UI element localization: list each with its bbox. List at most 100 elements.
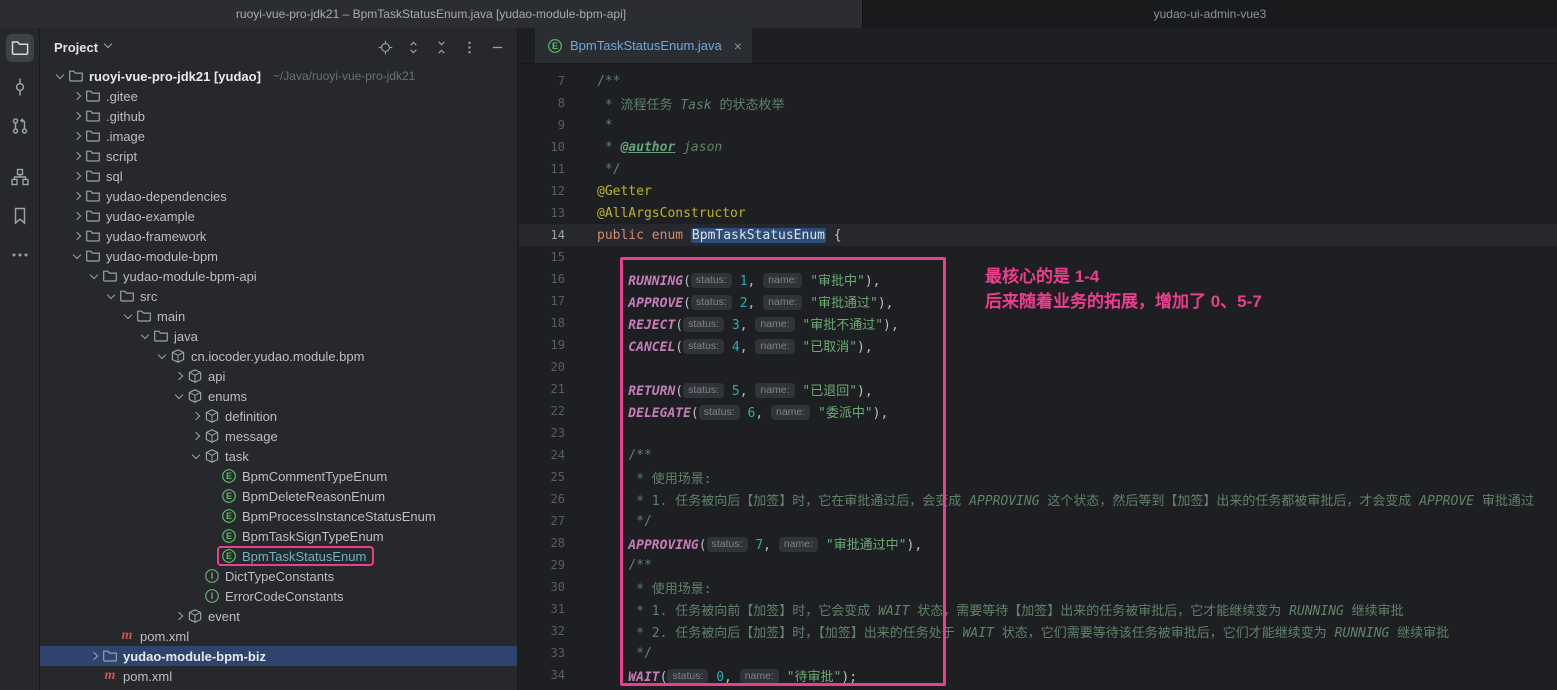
commit-icon[interactable] (6, 73, 34, 101)
tree-item-ruoyi-vue-pro-jdk21-yudao[interactable]: ruoyi-vue-pro-jdk21 [yudao]~/Java/ruoyi-… (40, 66, 517, 86)
code-line-28: 28 APPROVING(status: 7, name: "审批通过中"), (519, 532, 1557, 554)
enum-icon: E (221, 508, 237, 524)
options-icon[interactable] (462, 40, 477, 55)
tree-item-image[interactable]: .image (40, 126, 517, 146)
chevron-closed-icon[interactable] (86, 646, 102, 666)
code-token: { (826, 228, 842, 243)
folder-icon (85, 88, 101, 104)
chevron-closed-icon[interactable] (69, 186, 85, 206)
tree-item-yudao-module-bpm[interactable]: yudao-module-bpm (40, 246, 517, 266)
chevron-open-icon[interactable] (137, 326, 153, 346)
code-token: 2 (740, 296, 748, 311)
tree-item-main[interactable]: main (40, 306, 517, 326)
editor-tab-bpmtaskstatusenum[interactable]: E BpmTaskStatusEnum.java × (535, 28, 752, 63)
code-token: CANCEL (597, 340, 675, 355)
chevron-closed-icon[interactable] (171, 606, 187, 626)
chevron-closed-icon[interactable] (188, 426, 204, 446)
project-dropdown[interactable]: Project (54, 40, 113, 55)
code-token: * 流程任务 (597, 98, 680, 113)
code-token: 0 (716, 670, 724, 685)
tree-item-errorcodeconstants[interactable]: IErrorCodeConstants (40, 586, 517, 606)
tree-item-bpmprocessinstancestatusenum[interactable]: EBpmProcessInstanceStatusEnum (40, 506, 517, 526)
tree-item-event[interactable]: event (40, 606, 517, 626)
svg-text:I: I (211, 591, 214, 601)
code-line-text: * 2. 任务被向后【加签】时，【加签】出来的任务处于 WAIT 状态，它们需要… (597, 622, 1449, 641)
line-number: 28 (519, 536, 565, 550)
code-token (818, 538, 826, 553)
tree-item-label: yudao-framework (106, 229, 206, 244)
code-token: "待审批" (787, 670, 842, 685)
code-line-32: 32 * 2. 任务被向后【加签】时，【加签】出来的任务处于 WAIT 状态，它… (519, 620, 1557, 642)
tree-item-cn-iocoder-yudao-module-bpm[interactable]: cn.iocoder.yudao.module.bpm (40, 346, 517, 366)
tree-item-github[interactable]: .github (40, 106, 517, 126)
chevron-closed-icon[interactable] (69, 86, 85, 106)
tree-item-task[interactable]: task (40, 446, 517, 466)
code-token: WAIT (878, 604, 909, 619)
tree-item-bpmtaskstatusenum[interactable]: EBpmTaskStatusEnum (40, 546, 517, 566)
tree-item-bpmdeletereasonenum[interactable]: EBpmDeleteReasonEnum (40, 486, 517, 506)
tree-item-sql[interactable]: sql (40, 166, 517, 186)
tree-item-yudao-example[interactable]: yudao-example (40, 206, 517, 226)
chevron-open-icon[interactable] (188, 446, 204, 466)
tree-item-bpmcommenttypeenum[interactable]: EBpmCommentTypeEnum (40, 466, 517, 486)
folder-icon (102, 268, 118, 284)
bookmarks-icon[interactable] (6, 202, 34, 230)
chevron-spacer (86, 666, 102, 686)
tree-item-label: event (208, 609, 240, 624)
chevron-spacer (188, 566, 204, 586)
tree-item-java[interactable]: java (40, 326, 517, 346)
tree-item-bpmtasksigntypeenum[interactable]: EBpmTaskSignTypeEnum (40, 526, 517, 546)
expand-all-icon[interactable] (406, 40, 421, 55)
tree-item-definition[interactable]: definition (40, 406, 517, 426)
tree-item-yudao-framework[interactable]: yudao-framework (40, 226, 517, 246)
tree-item-api[interactable]: api (40, 366, 517, 386)
hide-icon[interactable] (490, 40, 505, 55)
tree-item-yudao-module-bpm-biz[interactable]: yudao-module-bpm-biz (40, 646, 517, 666)
chevron-closed-icon[interactable] (188, 406, 204, 426)
tree-item-enums[interactable]: enums (40, 386, 517, 406)
chevron-closed-icon[interactable] (69, 166, 85, 186)
chevron-closed-icon[interactable] (69, 146, 85, 166)
code-token: */ (597, 514, 652, 529)
chevron-closed-icon[interactable] (69, 126, 85, 146)
tree-item-pom-xml[interactable]: mpom.xml (40, 666, 517, 686)
chevron-open-icon[interactable] (154, 346, 170, 366)
code-token: RUNNING (1289, 604, 1344, 619)
code-line-text: * 1. 任务被向前【加签】时，它会变成 WAIT 状态，需要等待【加签】出来的… (597, 600, 1404, 619)
chevron-open-icon[interactable] (69, 246, 85, 266)
tree-item-dicttypeconstants[interactable]: IDictTypeConstants (40, 566, 517, 586)
tree-item-label: api (208, 369, 225, 384)
tree-item-src[interactable]: src (40, 286, 517, 306)
more-icon[interactable] (6, 241, 34, 269)
tree-item-message[interactable]: message (40, 426, 517, 446)
locate-icon[interactable] (378, 40, 393, 55)
project-icon[interactable] (6, 34, 34, 62)
tree-item-gitee[interactable]: .gitee (40, 86, 517, 106)
chevron-open-icon[interactable] (171, 386, 187, 406)
chevron-open-icon[interactable] (120, 306, 136, 326)
chevron-open-icon[interactable] (86, 266, 102, 286)
tree-item-yudao-dependencies[interactable]: yudao-dependencies (40, 186, 517, 206)
tree-item-script[interactable]: script (40, 146, 517, 166)
iface-icon: I (204, 568, 220, 584)
code-line-text: */ (597, 514, 652, 529)
tree-item-pom-xml[interactable]: mpom.xml (40, 626, 517, 646)
folder-icon (85, 188, 101, 204)
code-editor[interactable]: 7/**8 * 流程任务 Task 的状态枚举9 *10 * @author j… (519, 64, 1557, 690)
tree-item-yudao-module-bpm-api[interactable]: yudao-module-bpm-api (40, 266, 517, 286)
chevron-open-icon[interactable] (103, 286, 119, 306)
tab-close-icon[interactable]: × (734, 38, 742, 54)
chevron-closed-icon[interactable] (69, 226, 85, 246)
chevron-closed-icon[interactable] (171, 366, 187, 386)
code-token: 4 (732, 340, 740, 355)
enum-icon: E (221, 488, 237, 504)
chevron-closed-icon[interactable] (69, 206, 85, 226)
tree-item-body: main (136, 306, 185, 326)
pull-requests-icon[interactable] (6, 112, 34, 140)
chevron-open-icon[interactable] (52, 66, 68, 86)
structure-icon[interactable] (6, 163, 34, 191)
collapse-all-icon[interactable] (434, 40, 449, 55)
inlay-hint: name: (779, 537, 818, 552)
code-token: ), (865, 274, 881, 289)
chevron-closed-icon[interactable] (69, 106, 85, 126)
